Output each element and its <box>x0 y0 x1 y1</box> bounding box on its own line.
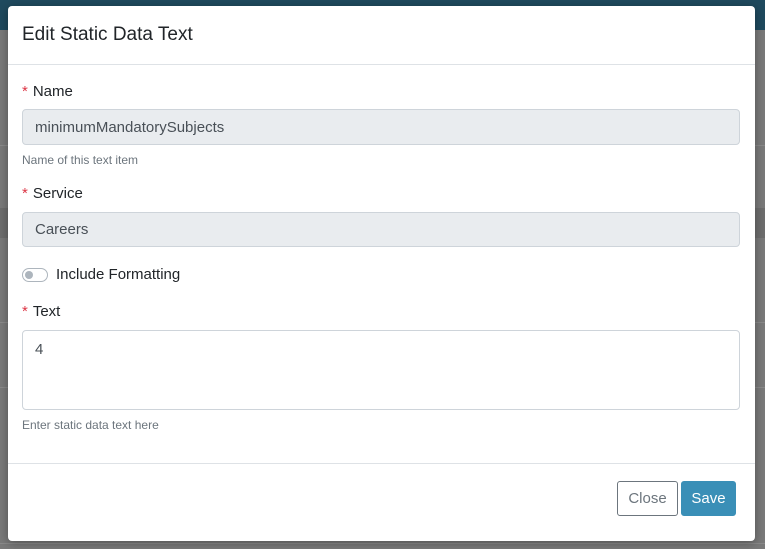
name-input-value: minimumMandatorySubjects <box>35 118 225 136</box>
include-formatting-label[interactable]: Include Formatting <box>56 266 180 283</box>
required-marker: * <box>22 83 28 100</box>
name-label-text: Name <box>32 83 73 100</box>
save-button[interactable]: Save <box>681 481 736 516</box>
name-input[interactable]: minimumMandatorySubjects <box>22 109 740 145</box>
dialog-body: * Name minimumMandatorySubjects Name of t… <box>8 65 755 463</box>
service-label: * Service <box>22 185 83 202</box>
required-marker: * <box>22 303 28 320</box>
toggle-knob <box>25 270 33 279</box>
text-textarea[interactable]: 4 <box>22 330 740 410</box>
service-input-value: Careers <box>35 221 89 238</box>
dialog-footer: Close Save <box>8 463 755 541</box>
text-label: * Text <box>22 303 60 320</box>
include-formatting-toggle[interactable] <box>22 267 48 282</box>
service-input[interactable]: Careers <box>22 212 740 247</box>
include-formatting-row: Include Formatting <box>22 266 180 283</box>
background-divider <box>0 543 765 544</box>
required-marker: * <box>22 185 28 202</box>
edit-static-data-dialog: Edit Static Data Text * Name minimumManda… <box>8 6 755 541</box>
close-button[interactable]: Close <box>617 481 678 516</box>
name-help-text: Name of this text item <box>22 153 139 167</box>
text-label-text: Text <box>32 303 61 320</box>
service-label-text: Service <box>32 185 83 202</box>
dialog-header: Edit Static Data Text <box>8 6 755 65</box>
name-label: * Name <box>22 83 73 100</box>
text-textarea-value: 4 <box>35 341 44 358</box>
text-help-text: Enter static data text here <box>22 418 159 432</box>
dialog-title: Edit Static Data Text <box>22 24 193 45</box>
